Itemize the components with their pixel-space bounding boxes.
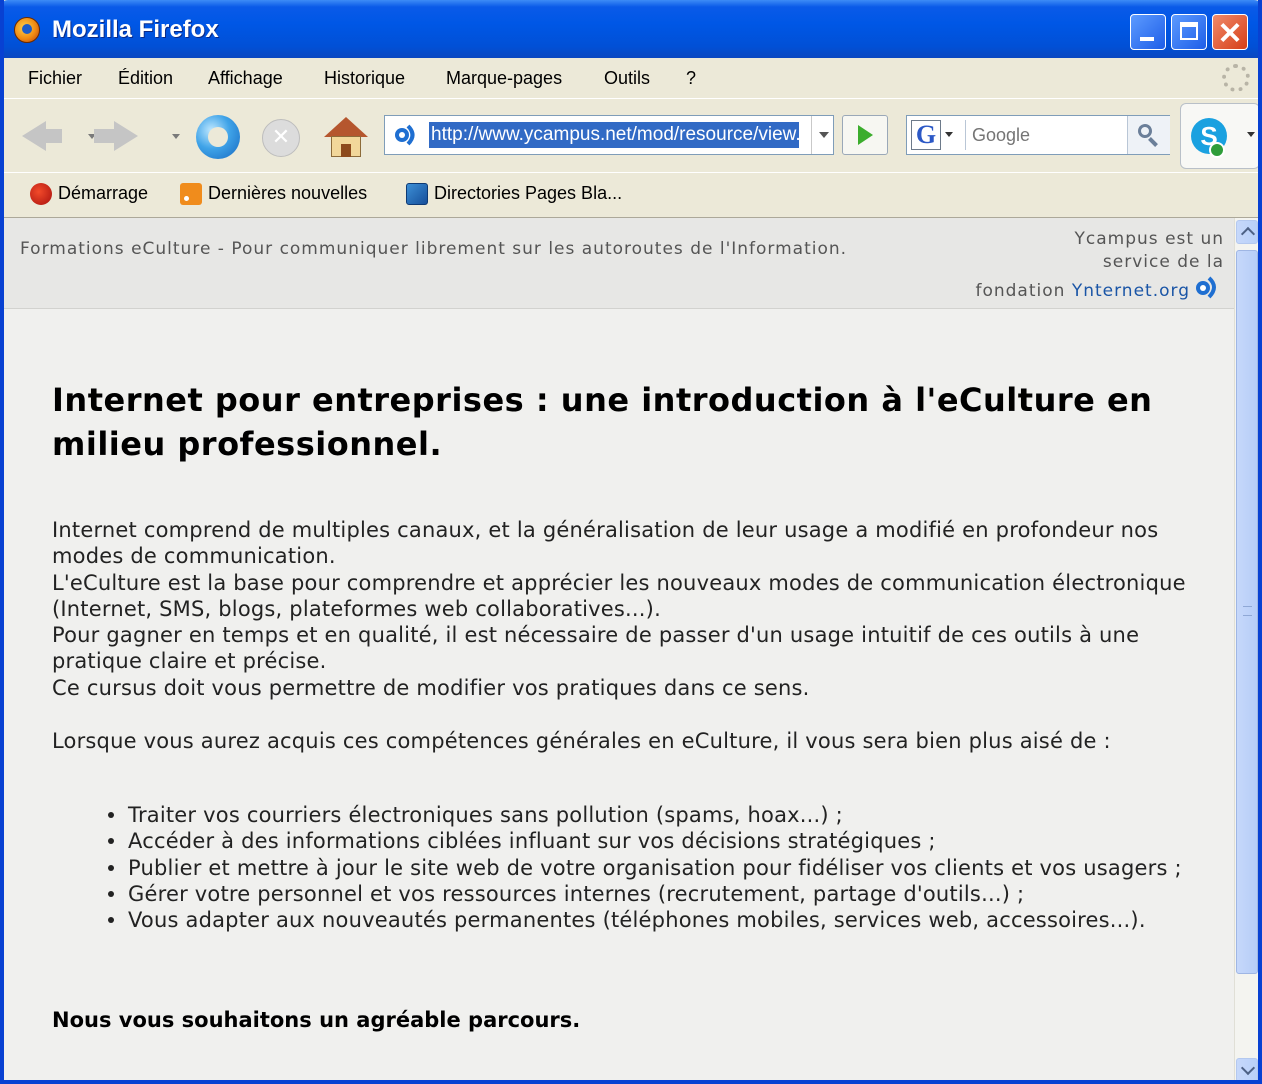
bookmark-label: Démarrage [58,183,149,203]
address-bar[interactable]: http://www.ycampus.net/mod/resource/view… [384,115,834,155]
navigation-toolbar: ✕ http://www.ycampus.net/mod/resource/vi… [4,98,1258,173]
closing-text: Nous vous souhaitons un agréable parcour… [52,1008,581,1032]
forward-history-dropdown-icon[interactable] [172,134,180,139]
scrollbar-grip-icon [1243,606,1252,616]
benefits-list: Traiter vos courriers électroniques sans… [52,802,1202,933]
list-intro: Lorsque vous aurez acquis ces compétence… [52,729,1111,753]
title-bar[interactable]: Mozilla Firefox [4,0,1258,58]
window-title: Mozilla Firefox [52,16,219,43]
online-status-icon [1209,142,1225,158]
maximize-button[interactable] [1171,14,1207,50]
search-icon[interactable] [1127,116,1170,154]
browser-window: Mozilla Firefox Fichier Édition Affichag… [0,0,1262,1084]
menu-bar: Fichier Édition Affichage Historique Mar… [4,58,1258,98]
list-item: Traiter vos courriers électroniques sans… [108,802,1202,828]
menu-help[interactable]: ? [686,68,696,89]
skype-dropdown-icon[interactable] [1247,132,1255,137]
list-item: Gérer votre personnel et vos ressources … [108,881,1202,907]
host-foundation: fondation Ynternet.org [975,281,1190,301]
scroll-down-icon[interactable] [1236,1058,1258,1080]
menu-affichage[interactable]: Affichage [208,68,283,89]
site-favicon-icon [395,124,415,146]
directory-icon [406,183,428,206]
intro-text: Internet comprend de multiples canaux, e… [52,517,1202,701]
bookmark-demarrage[interactable]: Démarrage [30,183,149,206]
host-notice: Ycampus est un service de la [1074,229,1224,272]
google-engine-icon[interactable]: G [911,120,941,150]
scrollbar-thumb[interactable] [1236,250,1258,974]
firefox-logo-icon [14,17,40,43]
close-button[interactable] [1212,14,1248,50]
intro-paragraph: Ce cursus doit vous permettre de modifie… [52,675,810,700]
site-header: Formations eCulture - Pour communiquer l… [4,218,1234,309]
intro-paragraph: L'eCulture est la base pour comprendre e… [52,570,1186,621]
search-engine-dropdown-icon[interactable] [945,132,953,137]
list-item: Accéder à des informations ciblées influ… [108,828,1202,854]
bookmark-label: Directories Pages Bla... [434,183,623,203]
ynternet-logo-icon [1196,276,1216,299]
reload-icon[interactable] [196,115,240,159]
bookmark-dernieres-nouvelles[interactable]: Dernières nouvelles [180,183,368,206]
back-arrow-icon[interactable] [22,121,62,151]
menu-marque-pages[interactable]: Marque-pages [446,68,562,89]
skype-toolbar-button[interactable]: S [1180,103,1258,169]
menu-edition[interactable]: Édition [118,68,173,89]
url-input[interactable]: http://www.ycampus.net/mod/resource/view… [429,122,799,148]
site-tagline: Formations eCulture - Pour communiquer l… [20,239,848,259]
host-prefix: fondation [975,281,1066,301]
bookmark-directories[interactable]: Directories Pages Bla... [406,183,623,206]
home-door [341,144,351,157]
search-bar: G [906,115,1170,155]
intro-paragraph: Pour gagner en temps et en qualité, il e… [52,623,1140,674]
home-icon[interactable] [324,117,368,157]
home-roof [324,117,368,137]
activity-throbber-icon [1222,64,1250,92]
page-content: Formations eCulture - Pour communiquer l… [4,218,1234,1080]
scroll-up-icon[interactable] [1236,220,1258,244]
intro-paragraph: Internet comprend de multiples canaux, e… [52,518,1159,569]
forward-arrow-icon[interactable] [94,121,138,151]
bookmarks-toolbar: Démarrage Dernières nouvelles Directorie… [4,172,1258,218]
vertical-scrollbar[interactable] [1234,218,1258,1080]
menu-outils[interactable]: Outils [604,68,650,89]
list-item: Publier et mettre à jour le site web de … [108,855,1202,881]
url-history-dropdown-icon[interactable] [811,116,834,154]
firefox-start-icon [30,183,52,206]
stop-icon[interactable]: ✕ [262,119,300,157]
list-item: Vous adapter aux nouveautés permanentes … [108,907,1202,933]
minimize-button[interactable] [1130,14,1166,50]
rss-feed-icon [180,183,202,206]
menu-fichier[interactable]: Fichier [28,68,82,89]
bookmark-label: Dernières nouvelles [208,183,368,203]
go-button[interactable] [842,115,888,155]
search-input[interactable] [965,120,1121,150]
ynternet-link[interactable]: Ynternet.org [1072,281,1190,301]
menu-historique[interactable]: Historique [324,68,405,89]
page-title: Internet pour entreprises : une introduc… [52,381,1153,463]
